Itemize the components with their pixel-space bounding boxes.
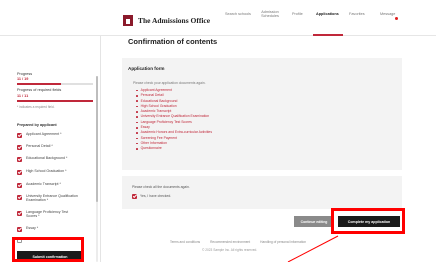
sidebar-item-academic-transcript[interactable]: Academic Transcript * (17, 182, 93, 188)
required-note: * indicates a required field. (17, 105, 55, 109)
sidebar-item-personal-detail[interactable]: Personal Detail * (17, 144, 93, 150)
sidebar-item-essay[interactable]: Essay * (17, 226, 93, 232)
application-form-subtitle: Please check your application documents … (133, 81, 206, 85)
sidebar-item-label: Personal Detail * (26, 144, 53, 148)
required-progress-label: Progress of required fields (17, 88, 62, 92)
checkbox-checked-icon (17, 182, 22, 188)
nav-applications[interactable]: Applications (316, 12, 339, 16)
nav-message[interactable]: Message (380, 12, 395, 16)
sidebar-item-language-proficiency[interactable]: Language Proficiency Test Scores * (17, 210, 79, 219)
progress-label: Progress (17, 72, 33, 76)
checkbox-checked-icon (17, 144, 22, 150)
progress-sidebar: Progress 11 / 19 Progress of required fi… (13, 36, 101, 262)
prepared-by-applicant-heading: Prepared by applicant (17, 123, 57, 127)
page-title: Confirmation of contents (128, 37, 218, 46)
confirmation-check-card: Please check all the documents again. Ye… (122, 176, 402, 209)
nav-admission-schedules[interactable]: Admission Schedules (258, 10, 282, 19)
footer-link[interactable]: Terms and conditions (170, 240, 200, 244)
document-link[interactable]: Questionnaire (136, 146, 212, 151)
checkbox-checked-icon (17, 132, 22, 138)
notification-dot-icon (395, 17, 398, 20)
check-instruction: Please check all the documents again. (132, 185, 190, 189)
top-header: The Admissions Office Search schools Adm… (0, 0, 436, 36)
building-icon (123, 15, 133, 26)
progress-bar (17, 83, 93, 85)
active-nav-indicator (313, 34, 343, 36)
sidebar-item-label: Essay * (26, 226, 39, 230)
sidebar-item-label: High School Graduation * (26, 169, 67, 173)
sidebar-item-label: Academic Transcript * (26, 182, 61, 186)
logo-text: The Admissions Office (138, 16, 211, 25)
highlight-box-complete-button (331, 208, 405, 234)
document-list: Applicant Agreement Personal Detail Educ… (136, 88, 212, 152)
checkbox-checked-icon (17, 210, 22, 216)
application-form-card: Application form Please check your appli… (122, 58, 402, 170)
sidebar-item-university-entrance-exam[interactable]: University Entrance Qualification Examin… (17, 194, 79, 203)
sidebar-scrollbar-thumb[interactable] (96, 76, 98, 202)
sidebar-item-label: Language Proficiency Test Scores * (26, 210, 69, 219)
sidebar-scrollbar[interactable] (96, 76, 98, 262)
sidebar-item-educational-background[interactable]: Educational Background * (17, 156, 93, 162)
required-progress-bar-fill (17, 100, 93, 102)
checkbox-checked-icon (17, 226, 22, 232)
footer-link[interactable]: Recommended environment (210, 240, 250, 244)
application-form-title: Application form (128, 66, 165, 71)
progress-value: 11 / 19 (17, 77, 29, 81)
footer-link[interactable]: Handling of personal information (260, 240, 306, 244)
application-confirmation-page: The Admissions Office Search schools Adm… (0, 0, 436, 262)
footer-links: Terms and conditions Recommended environ… (170, 240, 306, 244)
progress-bar-fill (17, 83, 62, 85)
sidebar-item-high-school-graduation[interactable]: High School Graduation * (17, 169, 93, 175)
checked-confirmation-checkbox[interactable]: Yes, I have checked. (132, 193, 171, 199)
checkbox-checked-icon (17, 194, 22, 200)
highlight-box-sidebar-button (12, 237, 84, 262)
nav-profile[interactable]: Profile (292, 12, 303, 16)
sidebar-item-label: Applicant Agreement * (26, 132, 62, 136)
required-progress-value: 11 / 11 (17, 94, 29, 98)
continue-editing-button[interactable]: Continue editing (294, 216, 334, 227)
checkbox-checked-icon (132, 193, 137, 199)
nav-search-schools[interactable]: Search schools (225, 12, 251, 16)
required-progress-bar (17, 100, 93, 102)
checkbox-checked-icon (17, 156, 22, 162)
sidebar-item-label: Educational Background * (26, 156, 68, 160)
sidebar-item-label: University Entrance Qualification Examin… (26, 194, 78, 203)
checkbox-label: Yes, I have checked. (140, 193, 172, 198)
checkbox-checked-icon (17, 169, 22, 175)
nav-favorites[interactable]: Favorites (349, 12, 365, 16)
copyright-text: © 2023 Sample Inc. All rights reserved. (202, 248, 258, 252)
site-logo[interactable]: The Admissions Office (123, 15, 210, 26)
red-arrow-icon (287, 235, 339, 262)
sidebar-item-applicant-agreement[interactable]: Applicant Agreement * (17, 132, 93, 138)
